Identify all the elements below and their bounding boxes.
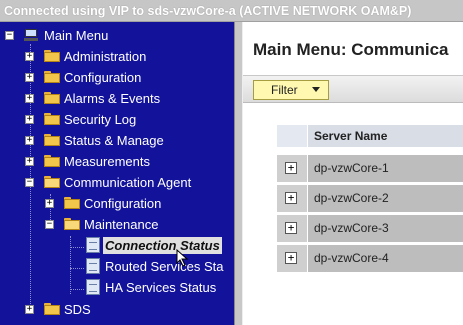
collapse-icon[interactable]: − [45,220,54,229]
mouse-cursor-icon [176,249,189,267]
expand-icon[interactable]: + [45,199,54,208]
tree-label-selected[interactable]: Connection Status [103,237,222,254]
tree-item-connection-status[interactable]: Connection Status [0,235,234,256]
row-expander-cell: + [277,185,307,212]
table-header-blank [277,125,307,147]
server-name-cell: dp-vzwCore-3 [308,215,463,242]
folder-open-icon [44,176,60,188]
tree-label[interactable]: Status & Manage [64,130,164,151]
document-icon [86,237,100,253]
tree-item-administration[interactable]: + Administration [0,46,234,67]
row-expander-cell: + [277,155,307,182]
tree-label[interactable]: HA Services Status [105,277,216,298]
tree-label[interactable]: Alarms & Events [64,88,160,109]
folder-icon [44,303,60,315]
server-name-cell: dp-vzwCore-1 [308,155,463,182]
tree-label[interactable]: Configuration [64,67,141,88]
tree-label[interactable]: Communication Agent [64,172,191,193]
computer-icon [24,29,38,41]
folder-icon [64,197,80,209]
tree-item-alarms-events[interactable]: + Alarms & Events [0,88,234,109]
expand-row-icon[interactable]: + [285,252,297,264]
expand-icon[interactable]: + [25,73,34,82]
expand-icon[interactable]: + [25,305,34,314]
server-name-cell: dp-vzwCore-4 [308,245,463,272]
folder-icon [44,92,60,104]
tree-label[interactable]: Security Log [64,109,136,130]
main-content: Main Menu: Communica Filter Server Name … [243,22,463,325]
tree-label[interactable]: Routed Services Sta [105,256,224,277]
folder-icon [44,71,60,83]
table-header-row: Server Name [277,125,463,147]
folder-icon [44,134,60,146]
tree-item-security-log[interactable]: + Security Log [0,109,234,130]
tree-item-communication-agent[interactable]: − Communication Agent [0,172,234,193]
expand-icon[interactable]: + [25,136,34,145]
document-icon [86,258,100,274]
table-row[interactable]: + dp-vzwCore-1 [277,155,463,182]
expand-row-icon[interactable]: + [285,222,297,234]
row-expander-cell: + [277,215,307,242]
tree-item-ca-configuration[interactable]: + Configuration [0,193,234,214]
row-expander-cell: + [277,245,307,272]
expand-icon[interactable]: + [25,115,34,124]
dropdown-arrow-icon [312,87,320,92]
folder-open-icon [64,218,80,230]
pane-divider[interactable] [234,22,243,325]
filter-button[interactable]: Filter [253,80,329,100]
connection-banner: Connected using VIP to sds-vzwCore-a (AC… [0,0,463,22]
expand-icon[interactable]: + [25,157,34,166]
tree-label-main-menu[interactable]: Main Menu [44,25,108,46]
expand-row-icon[interactable]: + [285,162,297,174]
folder-icon [44,113,60,125]
tree-root-main-menu[interactable]: − Main Menu [0,25,234,46]
collapse-icon[interactable]: − [25,178,34,187]
server-name-cell: dp-vzwCore-2 [308,185,463,212]
tree-item-maintenance[interactable]: − Maintenance [0,214,234,235]
tree-label[interactable]: Configuration [84,193,161,214]
table-row[interactable]: + dp-vzwCore-4 [277,245,463,272]
collapse-icon[interactable]: − [5,31,14,40]
folder-icon [44,155,60,167]
document-icon [86,279,100,295]
tree-label[interactable]: Maintenance [84,214,158,235]
tree-item-configuration[interactable]: + Configuration [0,67,234,88]
filter-toolbar: Filter [243,75,463,103]
navigation-tree: − Main Menu + Administration + Configura… [0,22,234,325]
tree-item-routed-services-status[interactable]: Routed Services Sta [0,256,234,277]
table-row[interactable]: + dp-vzwCore-3 [277,215,463,242]
expand-row-icon[interactable]: + [285,192,297,204]
tree-label[interactable]: Measurements [64,151,150,172]
tree-item-ha-services-status[interactable]: HA Services Status [0,277,234,298]
filter-label: Filter [271,83,298,97]
column-header-server-name[interactable]: Server Name [308,125,463,147]
expand-icon[interactable]: + [25,52,34,61]
folder-icon [44,50,60,62]
expand-icon[interactable]: + [25,94,34,103]
page-title: Main Menu: Communica [253,40,449,59]
tree-label[interactable]: Administration [64,46,146,67]
tree-item-sds[interactable]: + SDS [0,299,234,320]
tree-item-status-manage[interactable]: + Status & Manage [0,130,234,151]
tree-item-measurements[interactable]: + Measurements [0,151,234,172]
table-row[interactable]: + dp-vzwCore-2 [277,185,463,212]
tree-label[interactable]: SDS [64,299,91,320]
